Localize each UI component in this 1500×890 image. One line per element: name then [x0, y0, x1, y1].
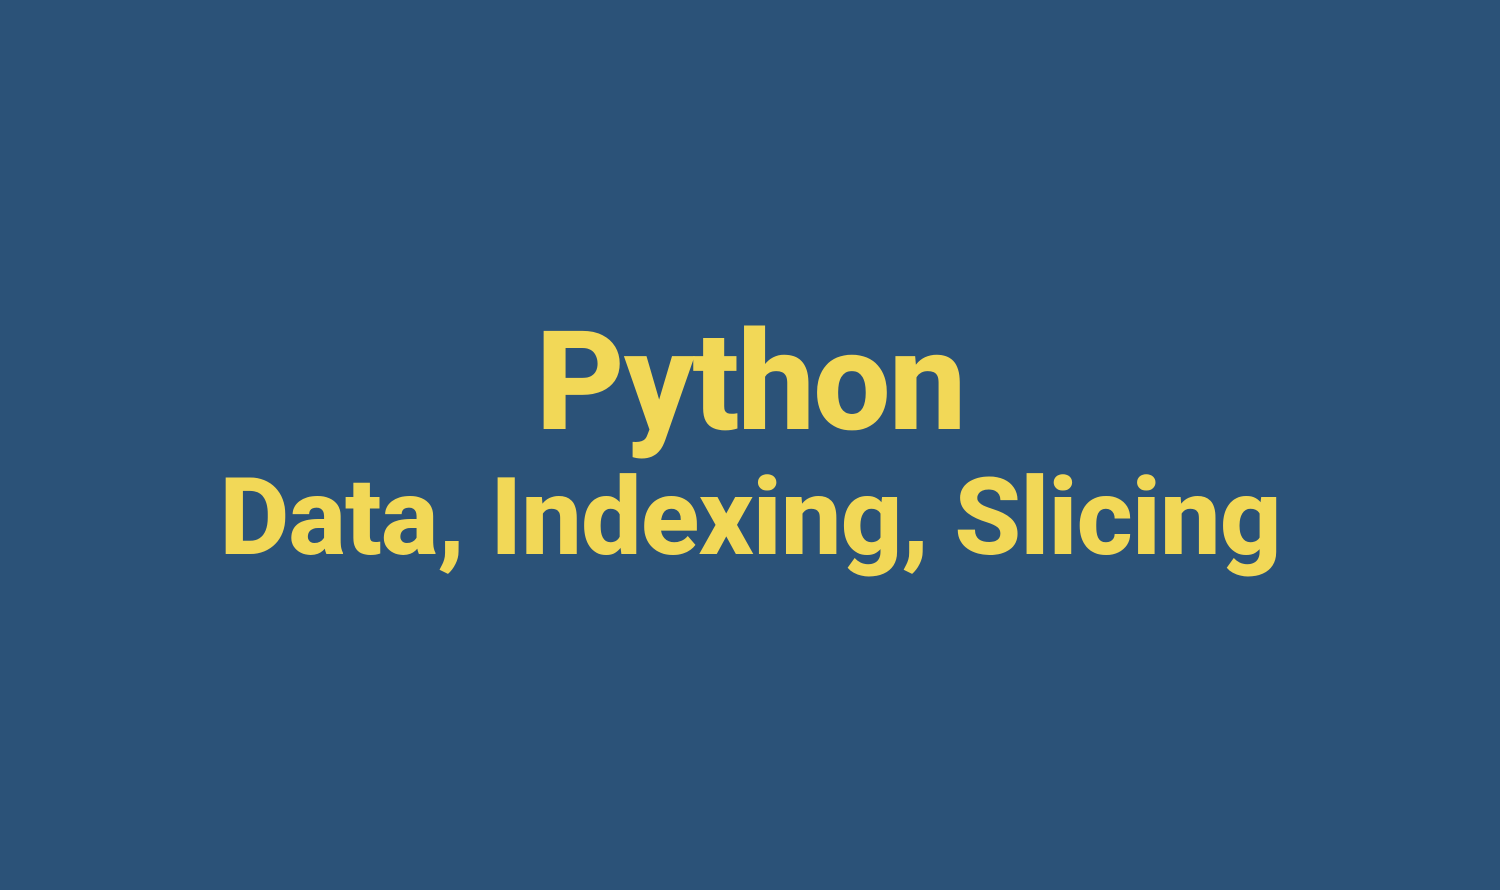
slide-title: Python	[536, 313, 965, 451]
slide-subtitle: Data, Indexing, Slicing	[219, 459, 1280, 578]
